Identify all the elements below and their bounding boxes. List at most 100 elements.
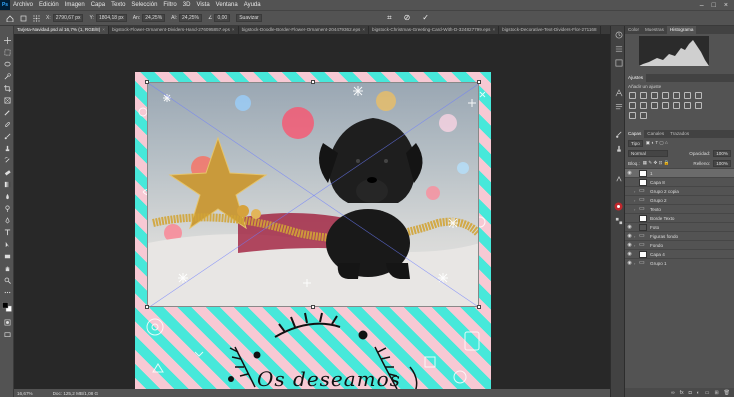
layer-row[interactable]: ◉ › ▭ Figuras fondo [625, 231, 734, 240]
hue-saturation-icon[interactable] [684, 92, 691, 99]
tab-christmas-card[interactable]: bigstock-Christmas-Greeting-Card-With-D-… [369, 26, 500, 34]
history-brush-tool-icon[interactable] [3, 156, 11, 164]
menu-seleccion[interactable]: Selección [128, 2, 160, 8]
invert-icon[interactable] [673, 102, 680, 109]
menu-3d[interactable]: 3D [180, 2, 194, 8]
cancel-transform-icon[interactable]: ⊘ [404, 13, 411, 23]
zoom-tool-icon[interactable] [3, 276, 11, 284]
filter-icons[interactable]: ▣ ◐ T ▢ ⌂ [646, 140, 668, 146]
layer-row[interactable]: Capa 8 [625, 177, 734, 186]
home-icon[interactable] [6, 14, 14, 22]
threshold-icon[interactable] [695, 102, 702, 109]
transform-handle-top[interactable] [311, 80, 315, 84]
new-layer-icon[interactable]: ⊞ [714, 390, 718, 396]
blend-mode-select[interactable]: Normal [628, 149, 668, 157]
menu-filtro[interactable]: Filtro [160, 2, 179, 8]
canvas-area[interactable]: Os deseamos [14, 34, 610, 389]
properties-panel-icon[interactable] [614, 44, 623, 53]
warp-icon[interactable]: ⌗ [387, 13, 392, 23]
layer-row[interactable]: ◉ Capa 4 [625, 249, 734, 258]
black-white-icon[interactable] [629, 102, 636, 109]
trash-icon[interactable]: 🗑 [724, 390, 730, 396]
adjustment-layer-icon[interactable]: ◐ [697, 390, 700, 396]
transform-handle-top-left[interactable] [145, 80, 149, 84]
greeting-text[interactable]: Os deseamos [257, 367, 401, 389]
menu-edicion[interactable]: Edición [36, 2, 62, 8]
artboard-tool-icon[interactable] [3, 48, 11, 56]
interpolation-select[interactable]: Suavizar [236, 14, 262, 22]
tab-color[interactable]: Color [625, 26, 642, 34]
dog-photo-layer[interactable] [147, 82, 479, 307]
screen-mode-icon[interactable] [3, 330, 11, 338]
lasso-tool-icon[interactable] [3, 60, 11, 68]
link-layers-icon[interactable]: ∞ [671, 390, 675, 396]
color-swatches-icon[interactable] [2, 302, 12, 312]
glyphs-panel-icon[interactable] [614, 174, 623, 183]
tab-decorative-text[interactable]: bigstock-Decorative-Text-Dividers-Flor-2… [499, 26, 601, 34]
height-field[interactable]: 24,25% [179, 14, 202, 22]
libraries-panel-icon[interactable] [614, 58, 623, 67]
menu-imagen[interactable]: Imagen [62, 2, 88, 8]
transform-handle-top-right[interactable] [477, 80, 481, 84]
eye-icon[interactable]: ◉ [625, 260, 634, 266]
layer-row[interactable]: › ▭ Grupo 2 [625, 195, 734, 204]
menu-vista[interactable]: Vista [193, 2, 212, 8]
dodge-tool-icon[interactable] [3, 204, 11, 212]
channel-mixer-icon[interactable] [651, 102, 658, 109]
new-group-icon[interactable]: ▭ [705, 390, 710, 396]
reference-point-icon[interactable] [33, 14, 40, 22]
quick-selection-tool-icon[interactable] [3, 72, 11, 80]
paragraph-panel-icon[interactable] [614, 102, 623, 111]
tab-muestras[interactable]: Muestras [642, 26, 667, 34]
width-field[interactable]: 24,25% [142, 14, 166, 22]
color-lookup-icon[interactable] [662, 102, 669, 109]
menu-archivo[interactable]: Archivo [10, 2, 36, 8]
tab-canales[interactable]: Canales [644, 130, 667, 138]
menu-capa[interactable]: Capa [88, 2, 108, 8]
tab-tarjeta-navidad[interactable]: Tarjeta-Navidad.psd al 16,7% (1, RGB/8) × [14, 26, 109, 34]
close-icon[interactable]: × [232, 27, 235, 32]
layer-kind-filter[interactable]: Tipo [628, 139, 643, 147]
christmas-card-artboard[interactable]: Os deseamos [135, 72, 491, 389]
cc-libraries-icon[interactable] [614, 202, 623, 211]
eye-icon[interactable]: ◉ [625, 224, 634, 230]
eye-icon[interactable]: ◉ [625, 233, 634, 239]
hand-tool-icon[interactable] [3, 264, 11, 272]
eye-icon[interactable]: ◉ [625, 251, 634, 257]
gradient-tool-icon[interactable] [3, 180, 11, 188]
zoom-level[interactable]: 16,67% [17, 391, 33, 396]
frame-tool-icon[interactable] [3, 96, 11, 104]
close-icon[interactable]: × [492, 27, 495, 32]
brightness-contrast-icon[interactable] [629, 92, 636, 99]
curves-icon[interactable] [651, 92, 658, 99]
levels-icon[interactable] [640, 92, 647, 99]
path-selection-tool-icon[interactable] [3, 240, 11, 248]
transform-tool-icon[interactable] [20, 15, 27, 22]
color-balance-icon[interactable] [695, 92, 702, 99]
layer-row[interactable]: › ▭ Texto [625, 204, 734, 213]
menu-ayuda[interactable]: Ayuda [241, 2, 264, 8]
x-position-field[interactable]: 2790,67 px [52, 14, 84, 22]
rectangle-tool-icon[interactable] [3, 252, 11, 260]
y-position-field[interactable]: 1804,18 px [95, 14, 127, 22]
exposure-icon[interactable] [662, 92, 669, 99]
tab-flower-ornament[interactable]: bigstock-Flower-Ornament-Dividers-Hand-2… [109, 26, 239, 34]
layer-style-icon[interactable]: fx [680, 390, 684, 396]
angle-field[interactable]: 0,00 [214, 14, 231, 22]
crop-tool-icon[interactable] [3, 84, 11, 92]
menu-texto[interactable]: Texto [108, 2, 128, 8]
layer-row[interactable]: ◉ Foto [625, 222, 734, 231]
fill-field[interactable]: 100% [713, 159, 731, 167]
tab-trazados[interactable]: Trazados [667, 130, 692, 138]
gradient-map-icon[interactable] [640, 112, 647, 119]
commit-transform-icon[interactable]: ✓ [422, 13, 429, 23]
maximize-button[interactable]: □ [712, 2, 716, 9]
blur-tool-icon[interactable] [3, 192, 11, 200]
brushes-panel-icon[interactable] [614, 130, 623, 139]
move-tool-icon[interactable] [3, 36, 11, 44]
healing-brush-tool-icon[interactable] [3, 120, 11, 128]
more-tools-icon[interactable] [3, 288, 11, 296]
tab-capas[interactable]: Capas [625, 130, 645, 138]
vibrance-icon[interactable] [673, 92, 680, 99]
menu-ventana[interactable]: Ventana [213, 2, 241, 8]
